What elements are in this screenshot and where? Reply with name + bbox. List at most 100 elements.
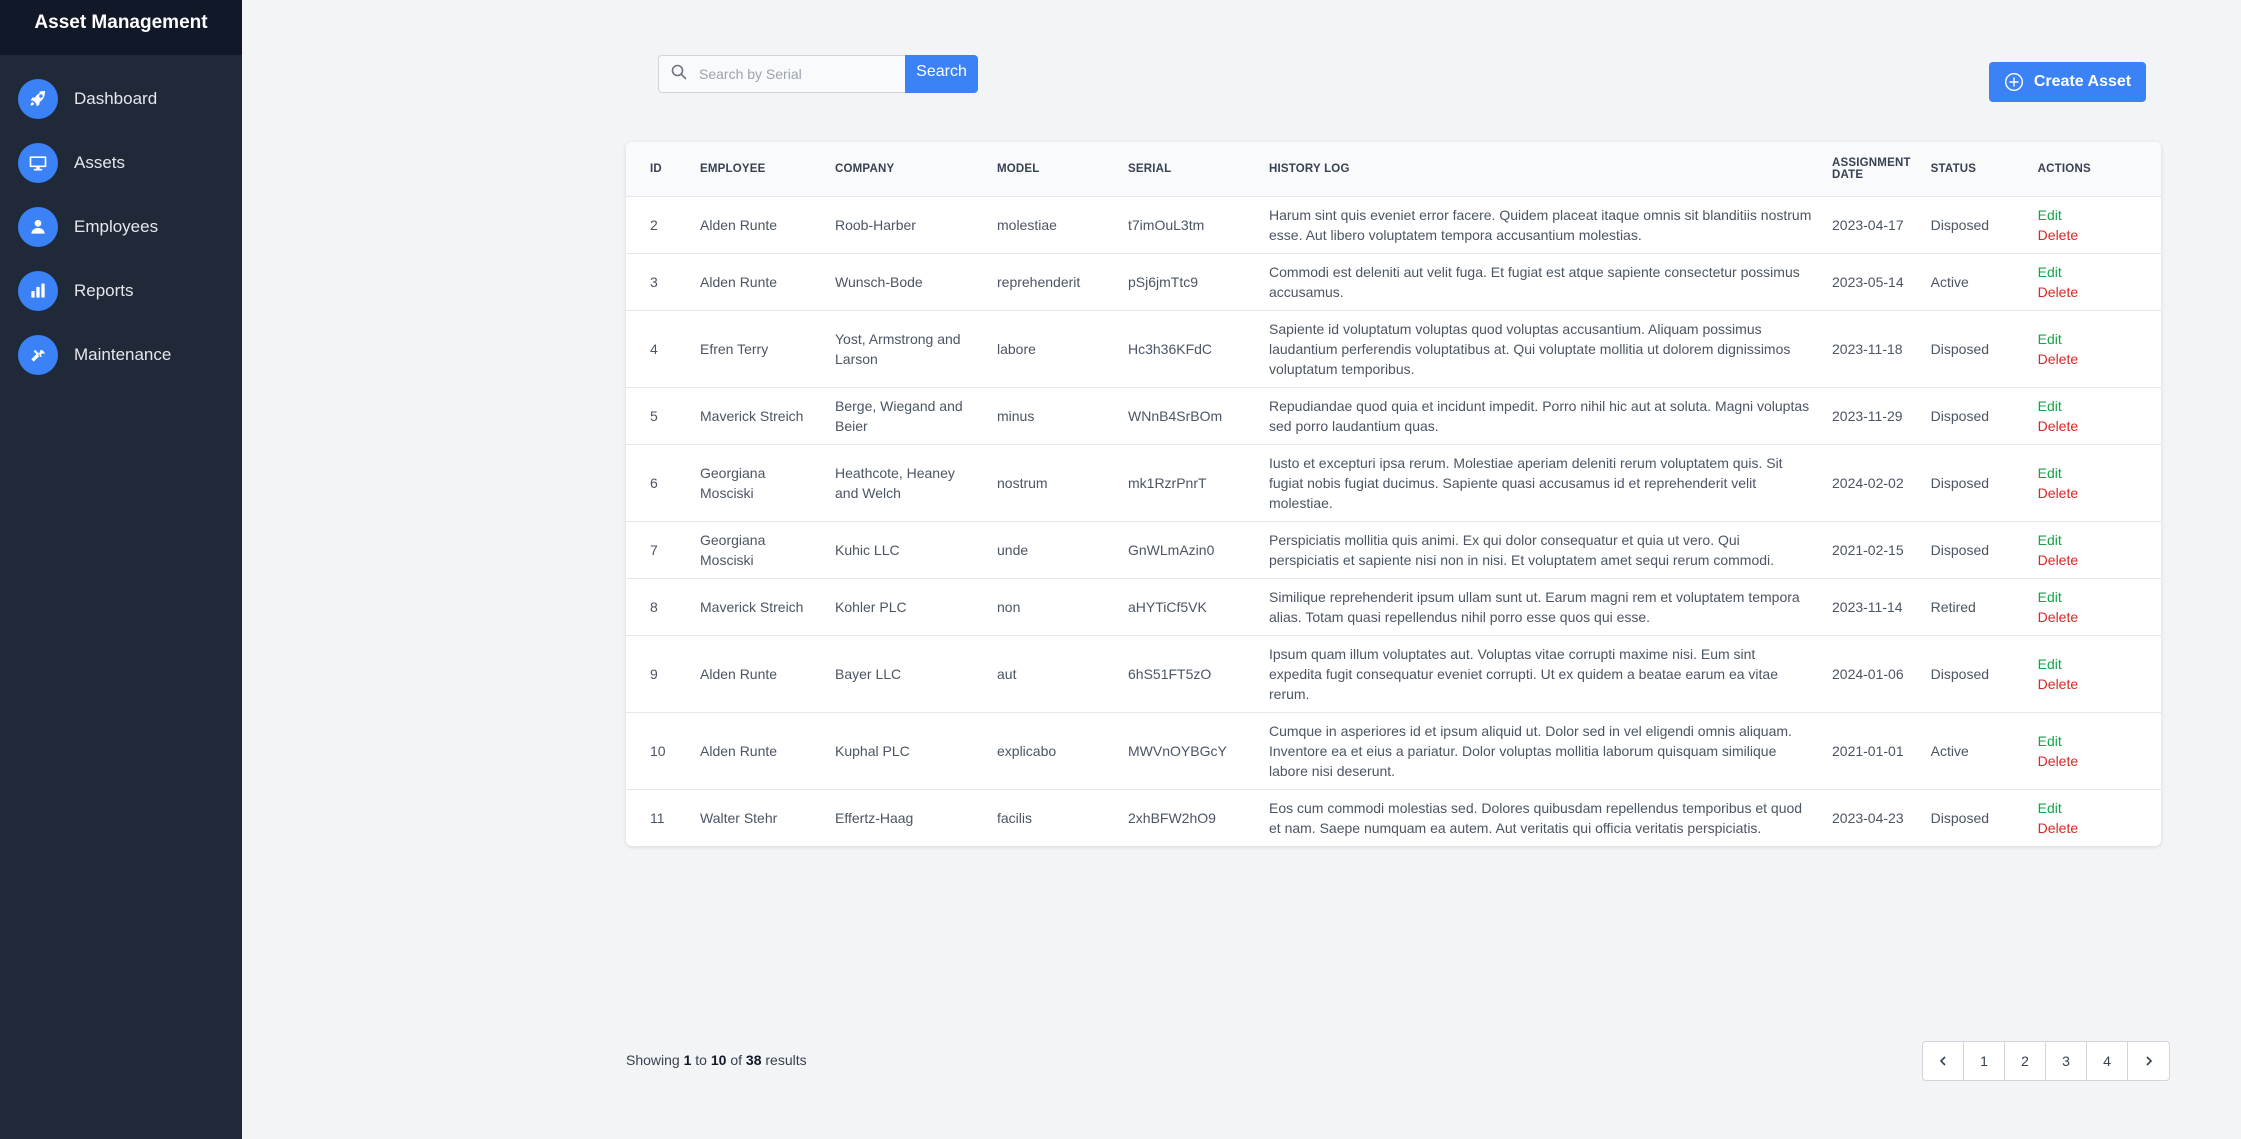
edit-link[interactable]: Edit bbox=[2038, 463, 2151, 483]
delete-link[interactable]: Delete bbox=[2038, 751, 2151, 771]
sidebar-item-dashboard[interactable]: Dashboard bbox=[0, 79, 242, 119]
edit-link[interactable]: Edit bbox=[2038, 587, 2151, 607]
sidebar-item-label: Employees bbox=[74, 217, 159, 236]
results-to-word: to bbox=[695, 1052, 707, 1068]
cell-serial: pSj6jmTtc9 bbox=[1118, 252, 1259, 310]
table-row: 11 Walter Stehr Effertz-Haag facilis 2xhBFW2… bbox=[626, 788, 2161, 846]
cell-status: Disposed bbox=[1920, 386, 2028, 444]
results-prefix: Showing bbox=[626, 1052, 680, 1068]
cell-actions: Edit Delete bbox=[2027, 309, 2161, 387]
cell-assignment-date: 2023-04-23 bbox=[1822, 788, 1921, 846]
cell-serial: 2xhBFW2hO9 bbox=[1118, 788, 1259, 846]
cell-company: Kuhic LLC bbox=[825, 520, 987, 578]
cell-actions: Edit Delete bbox=[2027, 252, 2161, 310]
edit-link[interactable]: Edit bbox=[2038, 654, 2151, 674]
sidebar-item-label: Maintenance bbox=[74, 345, 172, 364]
cell-history-log: Similique reprehenderit ipsum ullam sunt… bbox=[1259, 577, 1822, 635]
cell-employee: Efren Terry bbox=[690, 309, 825, 387]
delete-link[interactable]: Delete bbox=[2038, 607, 2151, 627]
delete-link[interactable]: Delete bbox=[2038, 818, 2151, 838]
chevron-right-icon bbox=[2145, 1056, 2152, 1066]
create-asset-button[interactable]: Create Asset bbox=[1989, 62, 2146, 102]
cell-company: Bayer LLC bbox=[825, 634, 987, 712]
plus-circle-icon bbox=[2004, 72, 2023, 92]
page-button-3[interactable]: 3 bbox=[2046, 1042, 2087, 1080]
table-row: 7 Georgiana Mosciski Kuhic LLC unde GnWLmAzi… bbox=[626, 520, 2161, 578]
delete-link[interactable]: Delete bbox=[2038, 416, 2151, 436]
cell-assignment-date: 2023-11-18 bbox=[1822, 309, 1921, 387]
assets-table: ID EMPLOYEE COMPANY MODEL SERIAL HISTORY… bbox=[626, 142, 2161, 846]
table-row: 10 Alden Runte Kuphal PLC explicabo MWVnOYBG… bbox=[626, 711, 2161, 789]
cell-employee: Georgiana Mosciski bbox=[690, 443, 825, 521]
search-input[interactable] bbox=[699, 66, 889, 82]
cell-company: Effertz-Haag bbox=[825, 788, 987, 846]
page-button-1[interactable]: 1 bbox=[1964, 1042, 2005, 1080]
delete-link[interactable]: Delete bbox=[2038, 550, 2151, 570]
cell-history-log: Eos cum commodi molestias sed. Dolores q… bbox=[1259, 788, 1822, 846]
cell-history-log: Sapiente id voluptatum voluptas quod vol… bbox=[1259, 309, 1822, 387]
edit-link[interactable]: Edit bbox=[2038, 262, 2151, 282]
search-field[interactable] bbox=[658, 55, 905, 93]
cell-status: Disposed bbox=[1920, 520, 2028, 578]
prev-page-button[interactable] bbox=[1923, 1042, 1964, 1080]
sidebar: Asset Management Dashboard Assets Employ… bbox=[0, 0, 242, 1139]
monitor-icon bbox=[18, 143, 58, 183]
results-summary: Showing 1 to 10 of 38 results bbox=[626, 1052, 807, 1068]
cell-status: Disposed bbox=[1920, 443, 2028, 521]
sidebar-item-maintenance[interactable]: Maintenance bbox=[0, 335, 242, 375]
search-button[interactable]: Search bbox=[905, 55, 978, 93]
cell-employee: Maverick Streich bbox=[690, 577, 825, 635]
cell-history-log: Cumque in asperiores id et ipsum aliquid… bbox=[1259, 711, 1822, 789]
cell-serial: MWVnOYBGcY bbox=[1118, 711, 1259, 789]
sidebar-item-employees[interactable]: Employees bbox=[0, 207, 242, 247]
cell-history-log: Commodi est deleniti aut velit fuga. Et … bbox=[1259, 252, 1822, 310]
column-header-serial: SERIAL bbox=[1128, 162, 1172, 175]
edit-link[interactable]: Edit bbox=[2038, 396, 2151, 416]
edit-link[interactable]: Edit bbox=[2038, 205, 2151, 225]
cell-status: Disposed bbox=[1920, 195, 2028, 253]
cell-company: Kuphal PLC bbox=[825, 711, 987, 789]
delete-link[interactable]: Delete bbox=[2038, 674, 2151, 694]
cell-actions: Edit Delete bbox=[2027, 634, 2161, 712]
cell-serial: GnWLmAzin0 bbox=[1118, 520, 1259, 578]
edit-link[interactable]: Edit bbox=[2038, 731, 2151, 751]
delete-link[interactable]: Delete bbox=[2038, 225, 2151, 245]
sidebar-item-label: Reports bbox=[74, 281, 134, 300]
cell-employee: Alden Runte bbox=[690, 252, 825, 310]
cell-history-log: Ipsum quam illum voluptates aut. Volupta… bbox=[1259, 634, 1822, 712]
sidebar-item-assets[interactable]: Assets bbox=[0, 143, 242, 183]
column-header-assignment-date: ASSIGNMENT DATE bbox=[1832, 156, 1911, 181]
table-row: 5 Maverick Streich Berge, Wiegand and Beie… bbox=[626, 386, 2161, 444]
tools-icon bbox=[18, 335, 58, 375]
results-to: 10 bbox=[710, 1052, 727, 1068]
cell-id: 11 bbox=[626, 788, 690, 846]
sidebar-item-reports[interactable]: Reports bbox=[0, 271, 242, 311]
next-page-button[interactable] bbox=[2128, 1042, 2169, 1080]
cell-employee: Maverick Streich bbox=[690, 386, 825, 444]
edit-link[interactable]: Edit bbox=[2038, 329, 2151, 349]
cell-actions: Edit Delete bbox=[2027, 711, 2161, 789]
sidebar-nav: Dashboard Assets Employees Reports Maint… bbox=[0, 79, 242, 375]
column-header-model: MODEL bbox=[997, 162, 1040, 175]
cell-history-log: Perspiciatis mollitia quis animi. Ex qui… bbox=[1259, 520, 1822, 578]
cell-model: labore bbox=[987, 309, 1118, 387]
sidebar-item-label: Assets bbox=[74, 153, 126, 172]
cell-history-log: Repudiandae quod quia et incidunt impedi… bbox=[1259, 386, 1822, 444]
cell-status: Disposed bbox=[1920, 634, 2028, 712]
cell-model: reprehenderit bbox=[987, 252, 1118, 310]
page-button-2[interactable]: 2 bbox=[2005, 1042, 2046, 1080]
user-icon bbox=[18, 207, 58, 247]
cell-status: Retired bbox=[1920, 577, 2028, 635]
cell-actions: Edit Delete bbox=[2027, 195, 2161, 253]
cell-company: Roob-Harber bbox=[825, 195, 987, 253]
delete-link[interactable]: Delete bbox=[2038, 349, 2151, 369]
edit-link[interactable]: Edit bbox=[2038, 798, 2151, 818]
results-suffix: results bbox=[765, 1052, 807, 1068]
delete-link[interactable]: Delete bbox=[2038, 483, 2151, 503]
delete-link[interactable]: Delete bbox=[2038, 282, 2151, 302]
table-row: 6 Georgiana Mosciski Heathcote, Heaney and… bbox=[626, 443, 2161, 521]
edit-link[interactable]: Edit bbox=[2038, 530, 2151, 550]
page-button-4[interactable]: 4 bbox=[2087, 1042, 2128, 1080]
cell-model: facilis bbox=[987, 788, 1118, 846]
assets-table-card: ID EMPLOYEE COMPANY MODEL SERIAL HISTORY… bbox=[626, 142, 2161, 846]
